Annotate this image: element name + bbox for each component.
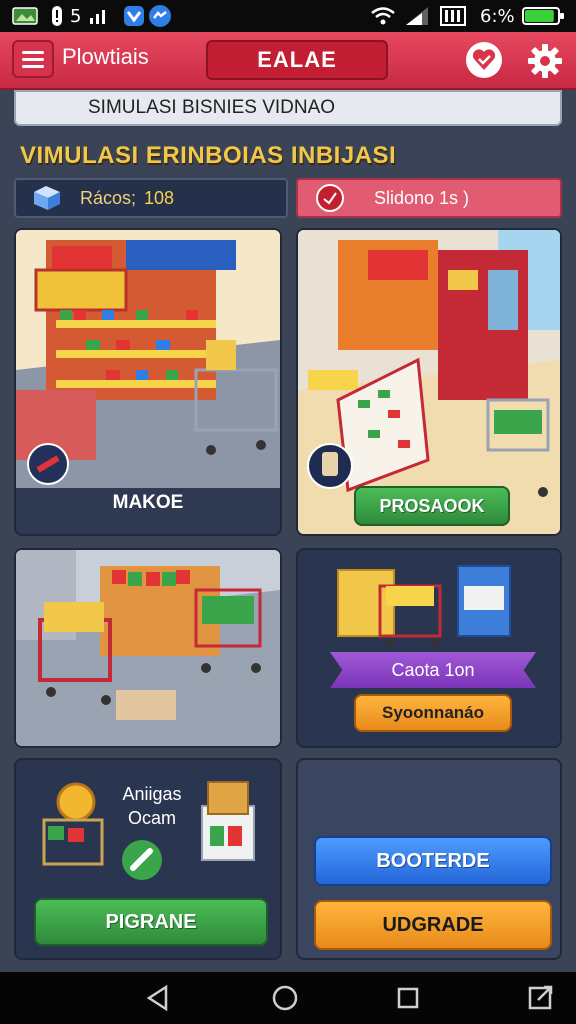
system-nav-bar [0, 972, 576, 1024]
actions-card: BOOTERDE UDGRADE [296, 758, 562, 960]
process-button[interactable]: PROSAOOK [354, 486, 510, 526]
store-one-label: MAKOE [112, 492, 184, 513]
products-card[interactable]: Caota 1on Syoonnanáo [296, 548, 562, 748]
shop-floor-card[interactable] [14, 548, 282, 748]
title-pill[interactable]: EALAE [206, 40, 388, 80]
bonus-button[interactable]: PIGRANE [34, 898, 268, 946]
wifi-icon [370, 4, 396, 28]
circle-home-icon[interactable] [270, 983, 300, 1013]
status-left-text: 5 [70, 5, 82, 27]
resource-label: Rácos; [80, 187, 137, 208]
favorite-button[interactable] [466, 42, 502, 78]
shop-floor-image [16, 550, 280, 746]
share-screenshot-icon[interactable] [526, 982, 556, 1012]
subtitle-bar: SIMULASI BISNIES VIDNAO [14, 90, 562, 126]
status-stat[interactable]: Slidono 1s ) [296, 178, 562, 218]
status-clock: 6:% [480, 5, 515, 27]
menu-button[interactable] [12, 40, 54, 78]
triangle-back-icon[interactable] [144, 984, 172, 1012]
page-title: VIMULASI ERINBOIAS INBIJASI [20, 142, 397, 169]
store-card-two[interactable]: PROSAOOK [296, 228, 562, 536]
store-card-one[interactable]: MAKOE [14, 228, 282, 536]
messenger-icon [148, 4, 172, 28]
pencil-badge-icon [122, 840, 162, 880]
cell-signal-icon [404, 4, 430, 28]
products-button[interactable]: Syoonnanáo [354, 694, 512, 732]
gallery-notification-icon [12, 4, 38, 28]
top-app-bar: Plowtiais EALAE [0, 32, 576, 90]
resource-stat[interactable]: Rácos; 108 [14, 178, 288, 218]
upgrade-button[interactable]: UDGRADE [314, 900, 552, 950]
battery-icon [522, 4, 566, 28]
bonus-card[interactable]: Aniigas Ocam PIGRANE [14, 758, 282, 960]
grocery-bag-icon [201, 781, 255, 861]
gear-icon [528, 44, 562, 78]
status-label: Slidono 1s ) [374, 187, 470, 208]
badge-icon [316, 184, 344, 212]
vpn-shield-icon [122, 4, 146, 28]
settings-button[interactable] [526, 42, 564, 80]
signal-bars-icon [88, 4, 112, 28]
status-bar: 5 6:% [0, 0, 576, 32]
category-ribbon: Caota 1on [330, 652, 536, 688]
alert-notification-icon [50, 4, 64, 28]
bonus-line-two: Ocam [127, 808, 176, 828]
coin-basket-icon [42, 782, 104, 866]
resource-value: 108 [144, 187, 175, 208]
cube-icon [34, 186, 60, 210]
data-transfer-icon [440, 4, 466, 28]
store-scene-image [16, 230, 280, 488]
products-image [337, 565, 511, 646]
boost-button[interactable]: BOOTERDE [314, 836, 552, 886]
heart-check-icon [472, 49, 496, 70]
square-recent-icon[interactable] [394, 984, 422, 1012]
app-title: Plowtiais [62, 44, 149, 69]
bonus-line-one: Aniigas [122, 784, 182, 804]
